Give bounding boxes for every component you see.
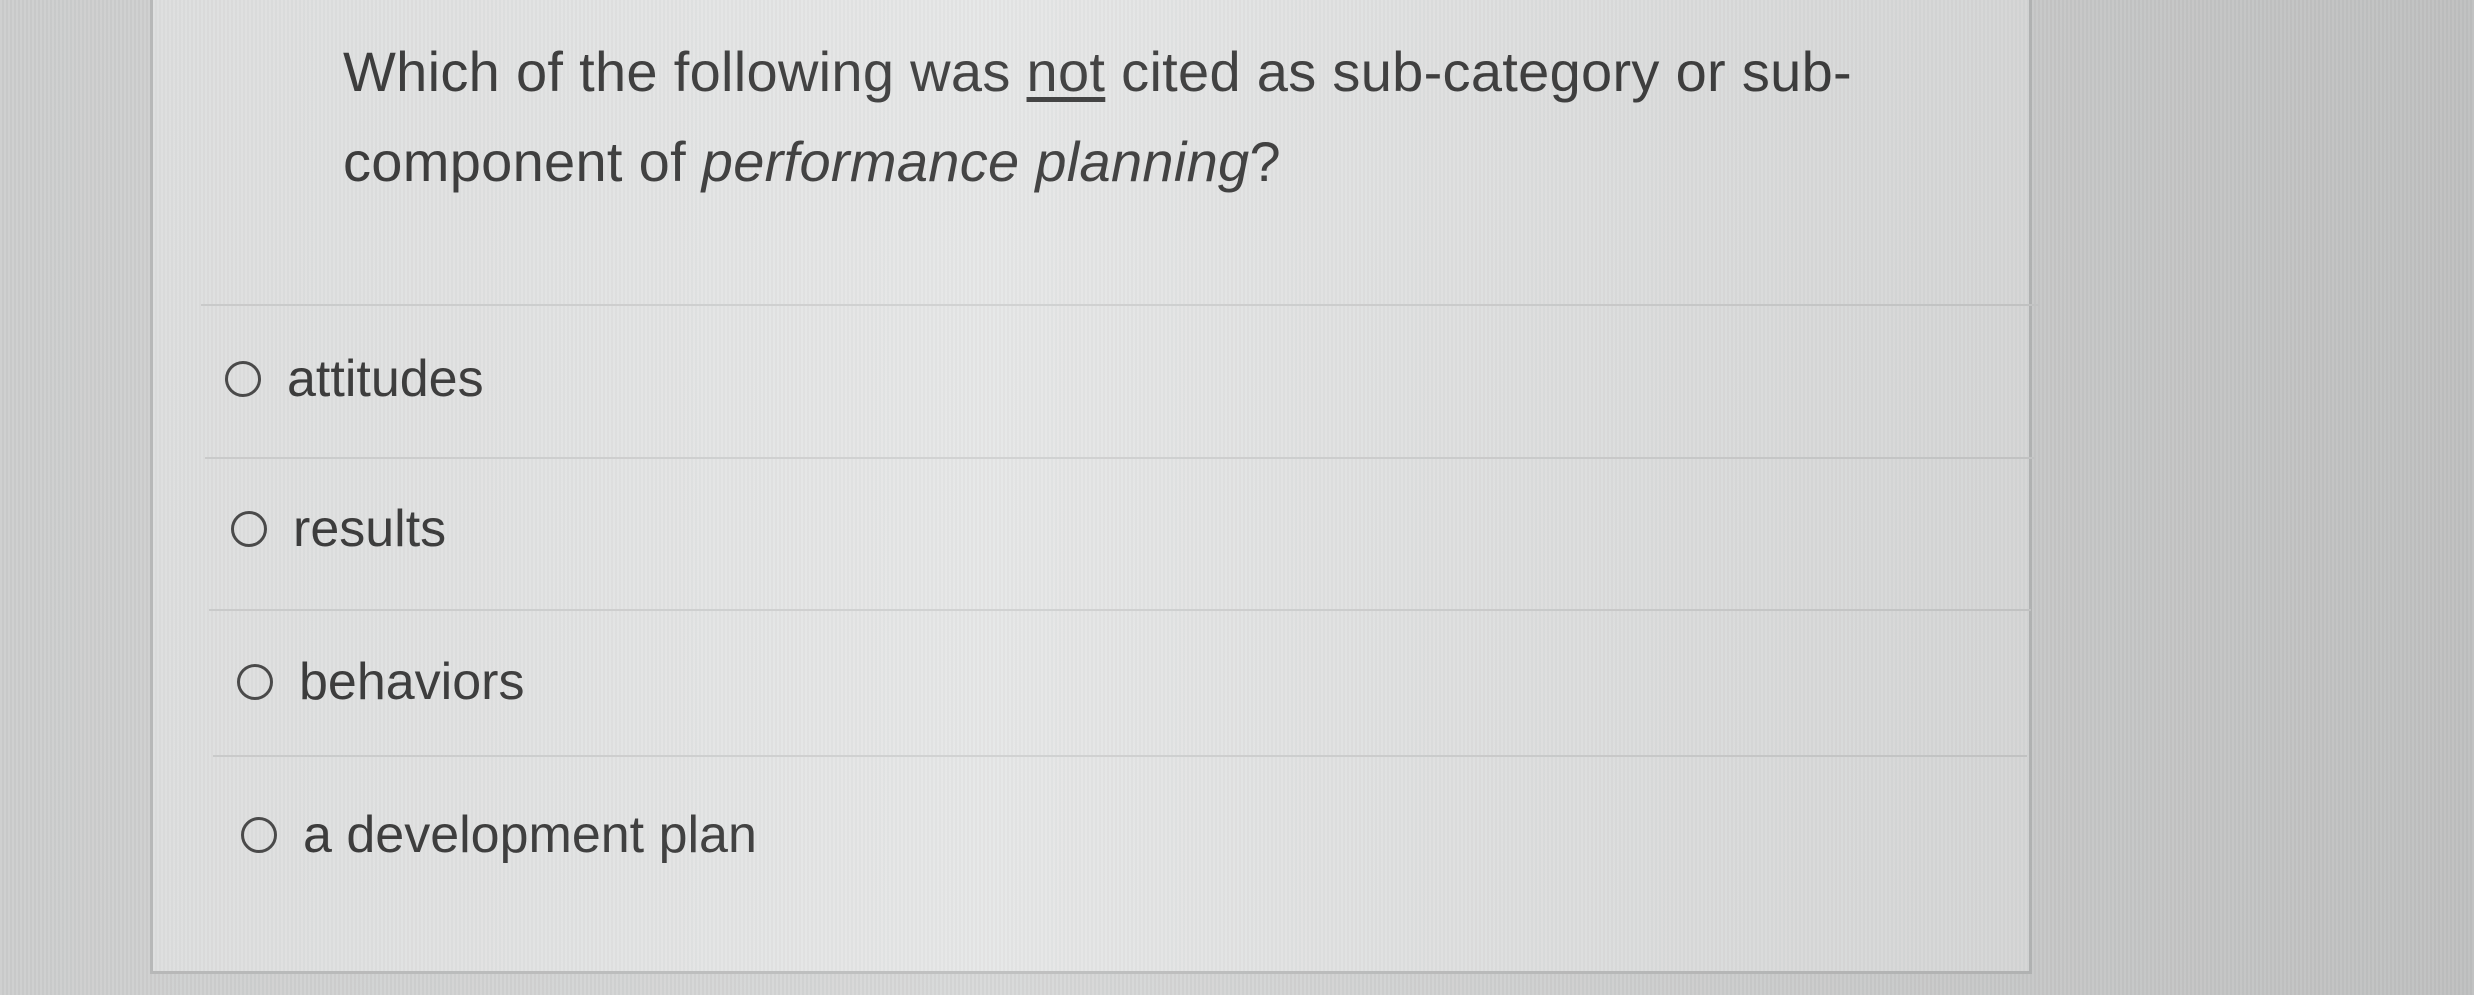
answer-option-results[interactable]: results	[231, 499, 446, 559]
divider-top	[201, 304, 2039, 306]
divider-3	[213, 755, 2027, 757]
answer-label-behaviors: behaviors	[299, 653, 525, 711]
radio-button-results[interactable]	[231, 511, 267, 547]
question-emphasis-not: not	[1026, 40, 1106, 103]
question-text-part1: Which of the following was	[343, 40, 1027, 103]
divider-2	[209, 609, 2031, 611]
question-italic-term: performance planning	[701, 130, 1250, 193]
question-card: Which of the following was not cited as …	[150, 0, 2039, 974]
radio-button-attitudes[interactable]	[225, 361, 261, 397]
answer-label-attitudes: attitudes	[287, 350, 484, 408]
divider-1	[205, 457, 2035, 459]
question-text: Which of the following was not cited as …	[343, 27, 2043, 207]
radio-button-development-plan[interactable]	[241, 817, 277, 853]
answer-label-development-plan: a development plan	[303, 806, 757, 864]
answer-option-behaviors[interactable]: behaviors	[237, 652, 524, 712]
answer-option-development-plan[interactable]: a development plan	[241, 805, 757, 865]
answer-option-attitudes[interactable]: attitudes	[225, 349, 484, 409]
radio-button-behaviors[interactable]	[237, 664, 273, 700]
answer-label-results: results	[293, 500, 447, 558]
question-text-part3: ?	[1249, 130, 1281, 193]
